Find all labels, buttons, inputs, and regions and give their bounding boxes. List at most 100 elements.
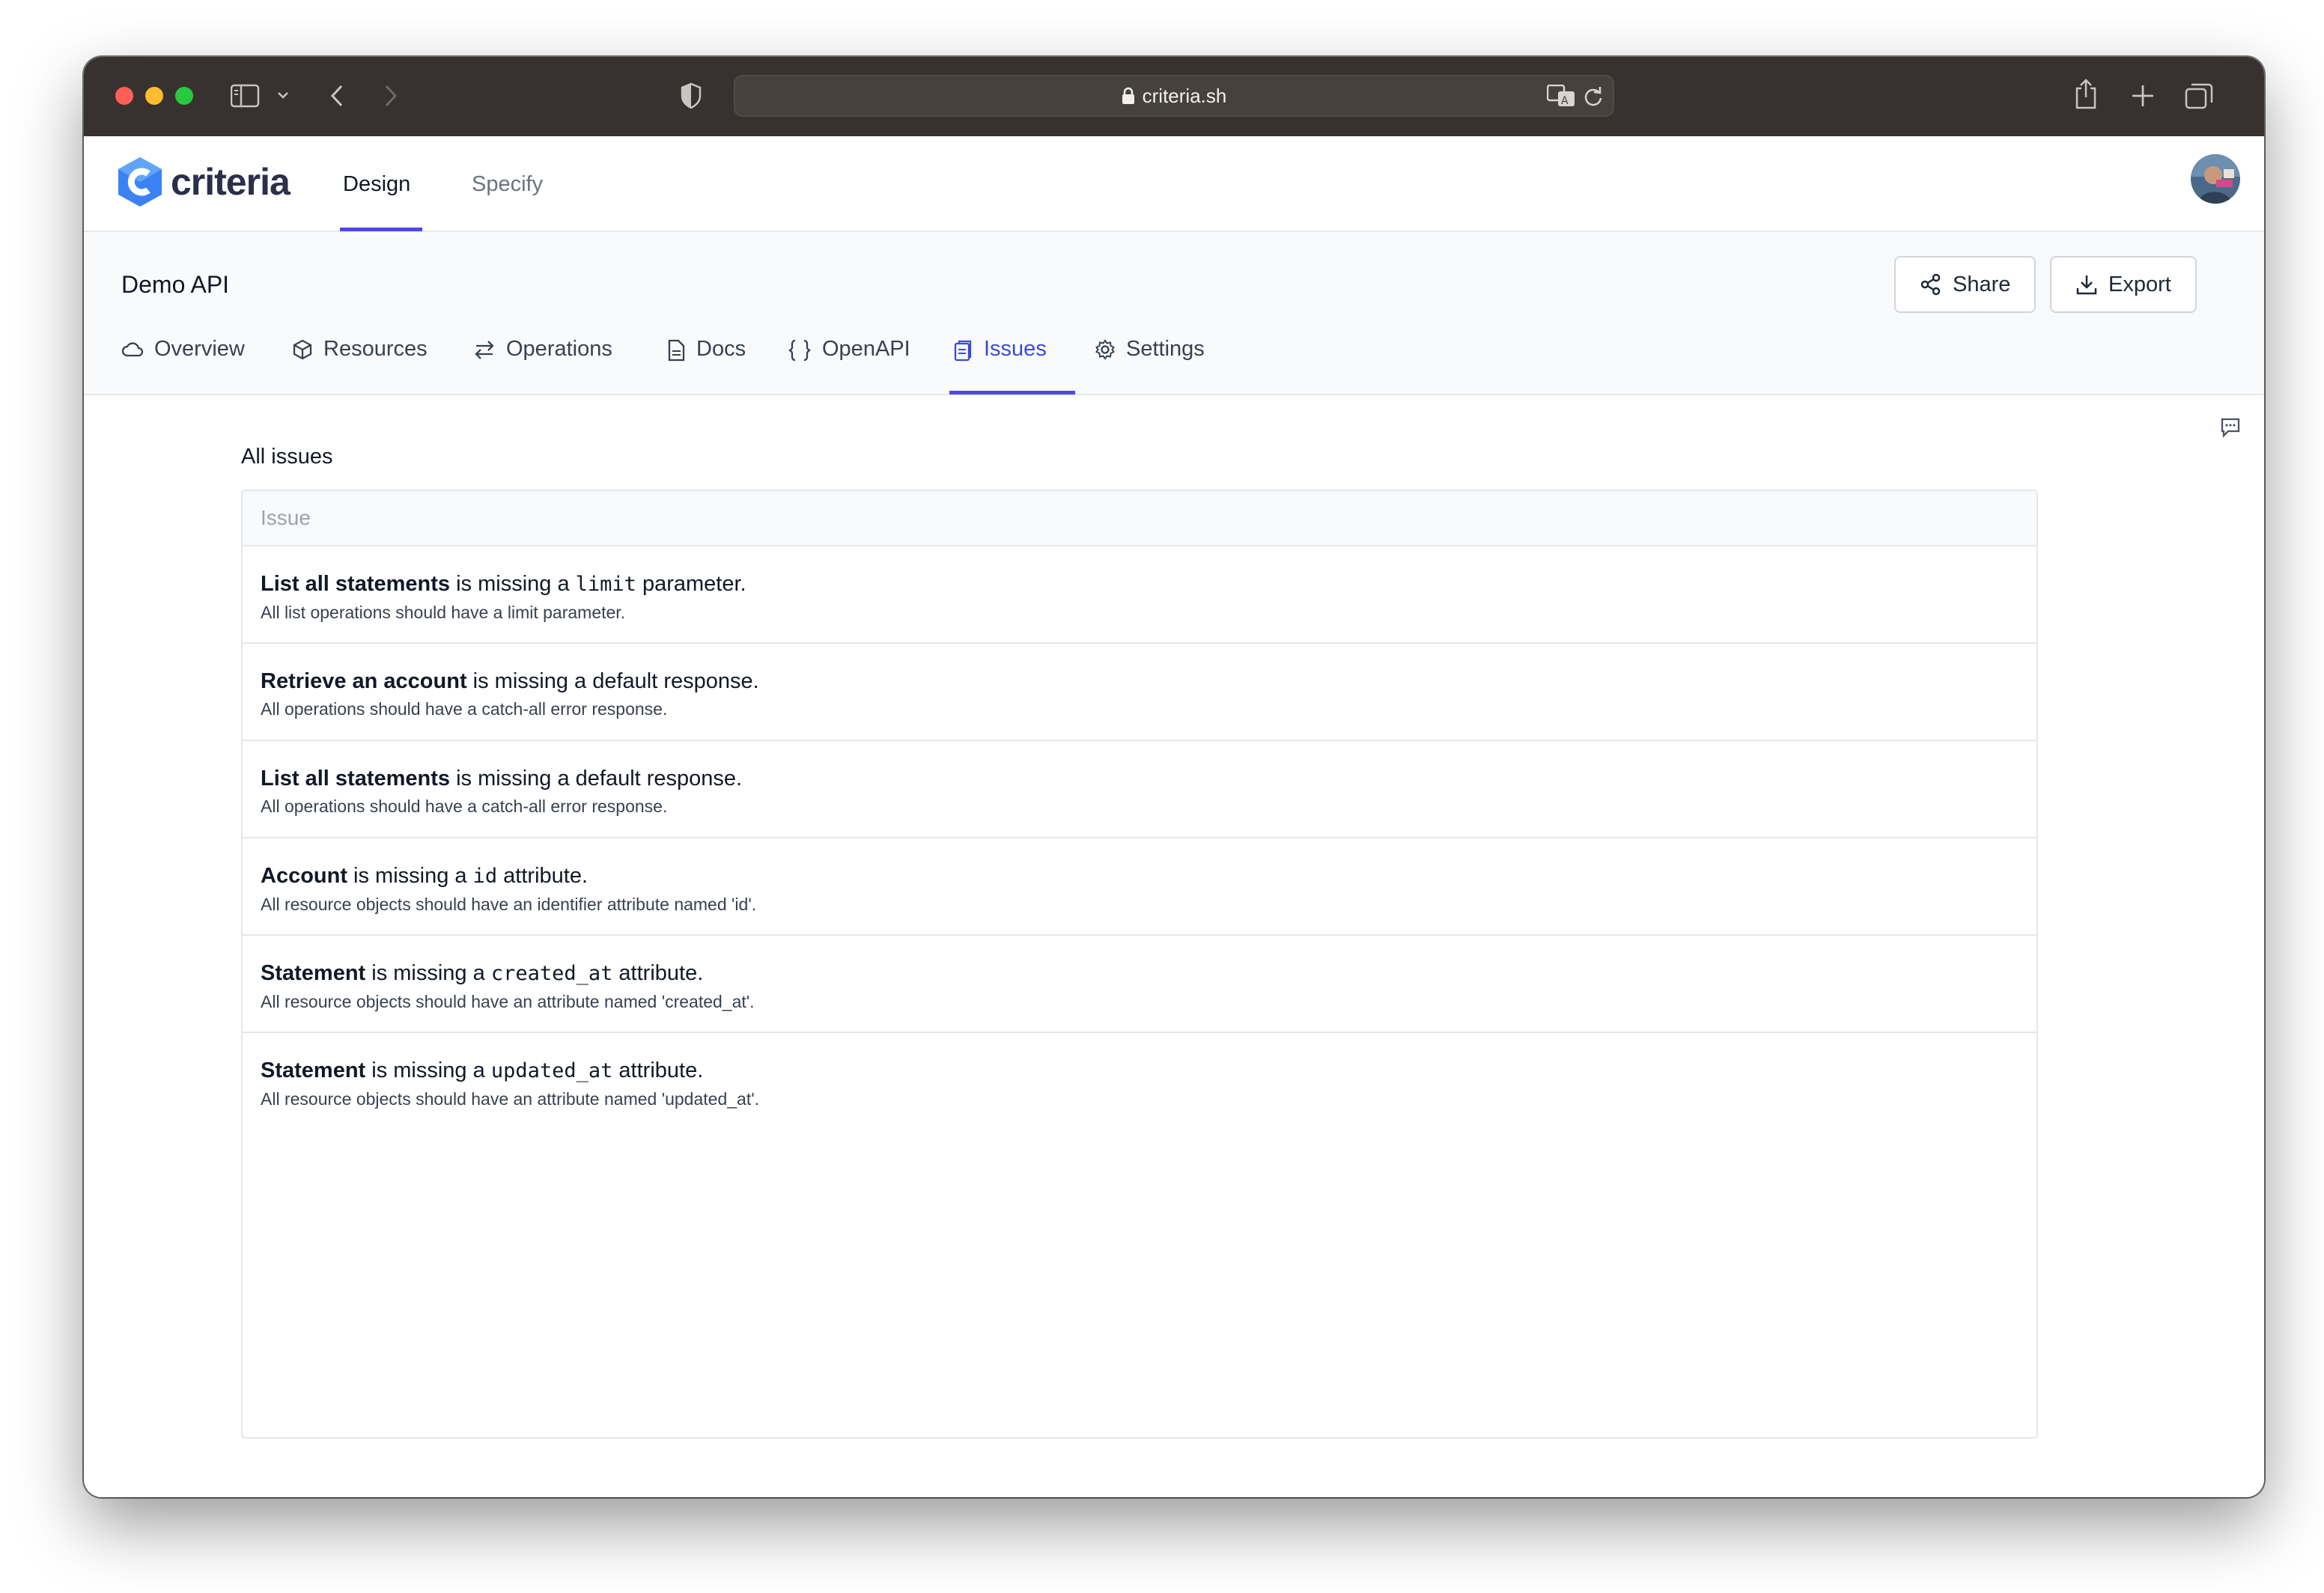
tab-label: Issues [984,337,1047,361]
share-sheet-icon[interactable] [2074,78,2098,109]
issue-subject[interactable]: Statement [261,961,365,985]
nav-active-indicator [340,228,422,231]
sidebar-toggle-icon[interactable] [231,84,261,108]
issue-text: is missing a default response. [450,767,743,791]
table-row[interactable]: Statement is missing a updated_at attrib… [243,1033,2036,1130]
zoom-window-button[interactable] [175,87,193,105]
tab-resources[interactable]: Resources [292,334,428,395]
tab-settings[interactable]: Settings [1095,334,1205,395]
braces-icon [788,339,812,362]
tab-label: Docs [696,337,746,361]
tab-openapi[interactable]: OpenAPI [788,334,910,395]
tab-label: Settings [1126,337,1205,361]
forward-arrow-icon[interactable] [383,84,398,108]
issue-subject[interactable]: List all statements [261,572,450,596]
column-header-issue: Issue [261,506,311,529]
issue-subject[interactable]: Account [261,864,347,888]
reload-icon[interactable] [1583,85,1604,108]
tab-active-indicator [949,391,1075,395]
share-button[interactable]: Share [1894,256,2036,313]
chevron-down-icon[interactable] [277,91,289,100]
back-arrow-icon[interactable] [329,84,344,108]
export-button[interactable]: Export [2050,256,2197,313]
lock-icon [1122,87,1135,105]
issue-title: Account is missing a id attribute. [261,861,2019,892]
issue-text: attribute. [497,864,588,888]
issue-description: All resource objects should have an attr… [261,1089,759,1109]
issue-code: id [472,865,498,888]
tab-label: Overview [154,337,245,361]
download-icon [2075,273,2098,296]
table-row[interactable]: Retrieve an account is missing a default… [243,644,2036,741]
tab-docs[interactable]: Docs [666,334,746,395]
issue-text: is missing a [347,864,473,888]
comment-icon[interactable] [2219,416,2242,442]
avatar[interactable] [2191,154,2240,204]
tab-label: OpenAPI [822,337,910,361]
share-button-label: Share [1953,272,2011,296]
issue-description: All resource objects should have an iden… [261,895,757,914]
issue-description: All list operations should have a limit … [261,603,626,622]
cloud-icon [121,339,144,359]
table-row[interactable]: Account is missing a id attribute. All r… [243,838,2036,936]
issue-code: limit [575,573,636,596]
issue-title: Statement is missing a created_at attrib… [261,958,2019,989]
table-row[interactable]: Statement is missing a created_at attrib… [243,936,2036,1033]
issue-text: is missing a [365,961,491,985]
main-content: All issues Issue List all statements is … [84,395,2264,1497]
issue-code: created_at [490,962,613,985]
svg-text:A: A [1561,95,1569,107]
table-row[interactable]: List all statements is missing a default… [243,741,2036,838]
translate-icon[interactable]: A [1547,85,1575,107]
tab-operations[interactable]: Operations [473,334,612,395]
app-header: criteria Design Specify [84,136,2264,232]
issues-table: Issue List all statements is missing a l… [241,490,2038,1439]
minimize-window-button[interactable] [145,87,163,105]
issue-description: All resource objects should have an attr… [261,992,755,1011]
issue-title: Statement is missing a updated_at attrib… [261,1056,2019,1086]
gear-icon [1095,339,1116,360]
nav-tab-specify[interactable]: Specify [472,136,543,232]
issue-text: is missing a [365,1059,491,1082]
table-row[interactable]: List all statements is missing a limit p… [243,546,2036,644]
table-header: Issue [243,491,2036,546]
logo[interactable]: criteria [115,156,290,208]
nav-tab-label: Specify [472,171,544,196]
arrows-exchange-icon [473,339,496,360]
tab-overview-icon[interactable] [2185,82,2213,109]
issue-description: All operations should have a catch-all e… [261,796,668,816]
document-icon [666,339,686,362]
export-button-label: Export [2108,272,2171,296]
tab-label: Operations [506,337,612,361]
url-text: criteria.sh [1142,84,1227,107]
tab-label: Resources [323,337,428,361]
issue-subject[interactable]: Statement [261,1059,365,1082]
issue-text: is missing a default response. [466,669,759,693]
section-title: All issues [241,445,333,469]
issue-description: All operations should have a catch-all e… [261,699,668,719]
tab-overview[interactable]: Overview [121,334,245,395]
logo-text: criteria [171,161,290,203]
page-title: Demo API [121,271,230,298]
issue-text: attribute. [612,961,704,985]
nav-tab-label: Design [343,171,411,196]
privacy-shield-icon[interactable] [680,82,702,109]
issue-title: Retrieve an account is missing a default… [261,666,2019,696]
nav-tab-design[interactable]: Design [343,136,410,232]
clipboard-icon [952,339,973,362]
issue-text: is missing a [450,572,576,596]
address-bar[interactable]: criteria.sh A [734,75,1614,117]
browser-titlebar: criteria.sh A [84,57,2264,136]
issue-subject[interactable]: Retrieve an account [261,669,467,693]
tab-issues[interactable]: Issues [952,334,1047,395]
issue-code: updated_at [490,1059,613,1082]
close-window-button[interactable] [115,87,133,105]
issue-subject[interactable]: List all statements [261,767,450,791]
cube-icon [292,339,313,360]
new-tab-icon[interactable] [2131,84,2155,108]
issue-text: parameter. [636,572,746,596]
share-icon [1920,273,1942,296]
project-header: Demo API Share Export Overview Resources [84,232,2264,395]
issue-text: attribute. [612,1059,704,1082]
issue-title: List all statements is missing a default… [261,764,2019,794]
